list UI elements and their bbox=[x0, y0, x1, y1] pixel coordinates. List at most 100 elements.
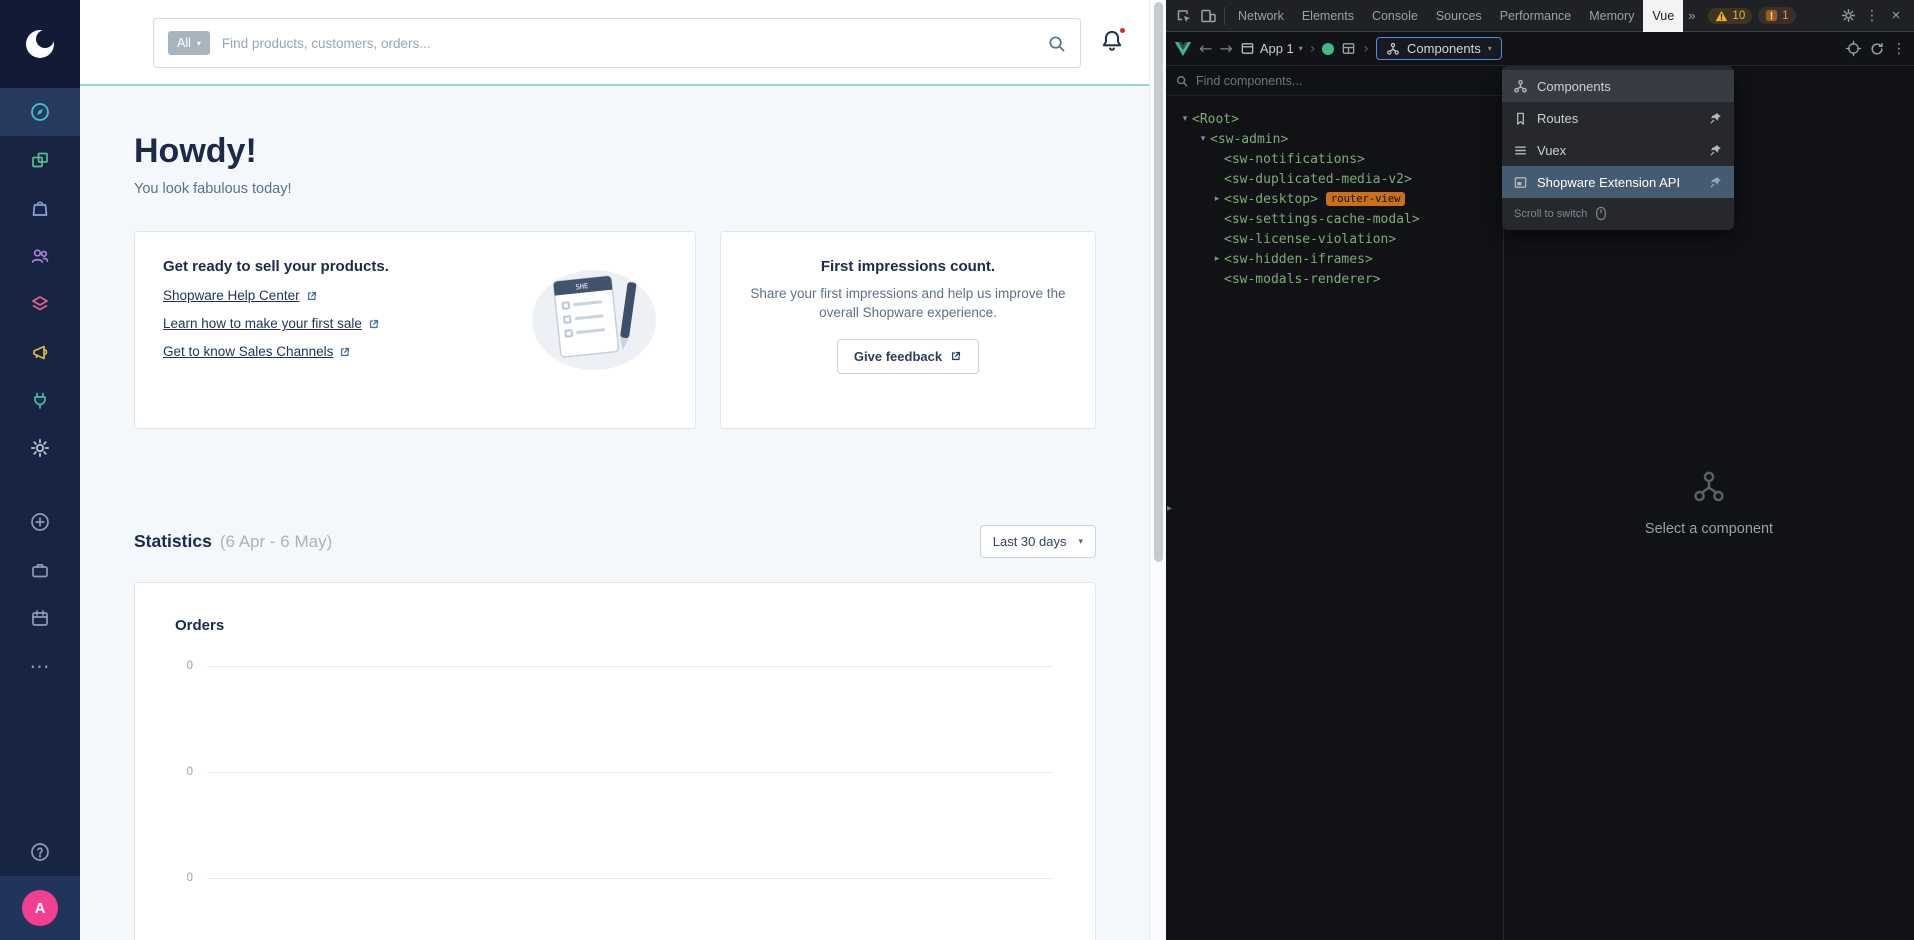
link-sales-channels[interactable]: Get to know Sales Channels bbox=[163, 345, 351, 359]
give-feedback-button[interactable]: Give feedback bbox=[837, 339, 979, 374]
chevron-down-icon: ▾ bbox=[1488, 44, 1492, 53]
search-scope-chip[interactable]: All ▾ bbox=[168, 31, 210, 55]
link-first-sale[interactable]: Learn how to make your first sale bbox=[163, 317, 380, 331]
shopware-app: ⋯ A All ▾ bbox=[0, 0, 1166, 940]
tree-row[interactable]: <sw-modals-renderer> bbox=[1166, 269, 1503, 289]
inspect-element-button[interactable] bbox=[1172, 3, 1196, 29]
sidebar-item-briefcase[interactable] bbox=[0, 546, 80, 594]
tree-row[interactable]: ▸ <sw-desktop> router-view bbox=[1166, 189, 1503, 209]
chevron-down-icon: ▾ bbox=[1078, 537, 1083, 547]
mouse-icon bbox=[1595, 206, 1607, 221]
shopware-sidebar: ⋯ A bbox=[0, 0, 80, 940]
pin-icon[interactable] bbox=[1709, 175, 1723, 189]
tree-row[interactable]: <sw-notifications> bbox=[1166, 149, 1503, 169]
locate-component-button[interactable] bbox=[1845, 40, 1862, 57]
components-search[interactable] bbox=[1166, 66, 1503, 96]
search-icon[interactable] bbox=[1047, 34, 1066, 53]
refresh-button[interactable] bbox=[1869, 41, 1885, 57]
vue-devtools-toolbar: ← → App 1 ▾ › › Components ▾ bbox=[1166, 32, 1914, 66]
menu-item-components[interactable]: Components bbox=[1502, 70, 1734, 102]
pin-icon[interactable] bbox=[1709, 143, 1723, 157]
tree-row[interactable]: <sw-settings-cache-modal> bbox=[1166, 209, 1503, 229]
give-feedback-label: Give feedback bbox=[854, 349, 942, 364]
sidebar-item-calendar[interactable] bbox=[0, 594, 80, 642]
tab-console[interactable]: Console bbox=[1363, 0, 1427, 32]
tree-row[interactable]: <sw-duplicated-media-v2> bbox=[1166, 169, 1503, 189]
layout-grid-button[interactable] bbox=[1341, 41, 1356, 56]
tree-row[interactable]: ▾ <Root> bbox=[1166, 109, 1503, 129]
history-forward-button[interactable]: → bbox=[1219, 39, 1232, 58]
orders-chart-card: Orders 0 0 0 bbox=[134, 582, 1096, 940]
chevron-down-icon: ▾ bbox=[197, 39, 201, 48]
notifications-button[interactable] bbox=[1099, 27, 1127, 57]
toolbar-separator bbox=[1224, 7, 1225, 25]
date-range-select[interactable]: Last 30 days ▾ bbox=[980, 525, 1096, 558]
sidebar-item-dashboard[interactable] bbox=[0, 88, 80, 136]
tab-memory[interactable]: Memory bbox=[1580, 0, 1643, 32]
tree-row[interactable]: <sw-license-violation> bbox=[1166, 229, 1503, 249]
components-search-input[interactable] bbox=[1196, 74, 1493, 88]
collapse-caret-icon[interactable]: ▾ bbox=[1178, 114, 1192, 124]
menu-item-label: Vuex bbox=[1537, 143, 1566, 158]
devtools-settings-button[interactable] bbox=[1836, 3, 1860, 29]
warning-badge[interactable]: 10 bbox=[1708, 8, 1752, 24]
issue-badge[interactable]: 1 bbox=[1758, 7, 1795, 24]
sidebar-item-customers[interactable] bbox=[0, 232, 80, 280]
component-tag: <sw-settings-cache-modal> bbox=[1224, 212, 1420, 227]
feedback-card-title: First impressions count. bbox=[745, 258, 1071, 275]
chart-grid-row: 0 bbox=[175, 872, 1053, 884]
history-back-button[interactable]: ← bbox=[1199, 39, 1212, 58]
catalogues-icon bbox=[29, 149, 51, 171]
link-label: Shopware Help Center bbox=[163, 289, 300, 303]
expand-caret-icon[interactable]: ▸ bbox=[1210, 194, 1224, 204]
link-label: Learn how to make your first sale bbox=[163, 317, 362, 331]
sidebar-item-settings[interactable] bbox=[0, 424, 80, 472]
sidebar-item-extensions[interactable] bbox=[0, 376, 80, 424]
help-button[interactable] bbox=[0, 828, 80, 876]
components-icon bbox=[1386, 42, 1400, 56]
sidebar-item-catalogues[interactable] bbox=[0, 136, 80, 184]
menu-item-vuex[interactable]: Vuex bbox=[1502, 134, 1734, 166]
search-input[interactable] bbox=[222, 36, 1035, 51]
shopware-logo bbox=[0, 0, 80, 88]
expand-caret-icon[interactable]: ▸ bbox=[1210, 254, 1224, 264]
vue-more-options-button[interactable]: ⋮ bbox=[1892, 41, 1906, 57]
sidebar-item-marketing[interactable] bbox=[0, 328, 80, 376]
tab-elements[interactable]: Elements bbox=[1293, 0, 1363, 32]
tree-row[interactable]: ▸ <sw-hidden-iframes> bbox=[1166, 249, 1503, 269]
y-axis-tick: 0 bbox=[175, 766, 193, 778]
page-title: Howdy! bbox=[134, 132, 1149, 171]
external-link-icon bbox=[339, 346, 351, 358]
devtools-menu-button[interactable]: ⋮ bbox=[1860, 3, 1884, 29]
tree-row[interactable]: ▾ <sw-admin> bbox=[1166, 129, 1503, 149]
menu-item-shopware-extension-api[interactable]: Shopware Extension API bbox=[1502, 166, 1734, 198]
panel-resize-handle[interactable]: ▸ bbox=[1167, 503, 1172, 514]
tab-performance[interactable]: Performance bbox=[1491, 0, 1581, 32]
tab-vue[interactable]: Vue bbox=[1643, 0, 1683, 32]
sidebar-item-add[interactable] bbox=[0, 498, 80, 546]
sidebar-item-orders[interactable] bbox=[0, 184, 80, 232]
global-search[interactable]: All ▾ bbox=[153, 18, 1081, 68]
sidebar-item-more[interactable]: ⋯ bbox=[0, 642, 80, 690]
scroll-hint-label: Scroll to switch bbox=[1514, 208, 1587, 220]
device-toolbar-button[interactable] bbox=[1196, 3, 1220, 29]
scrollbar-thumb[interactable] bbox=[1154, 2, 1163, 562]
menu-item-routes[interactable]: Routes bbox=[1502, 102, 1734, 134]
checklist-illustration: SHE bbox=[519, 256, 669, 382]
gridline bbox=[207, 878, 1053, 879]
external-link-icon bbox=[368, 318, 380, 330]
sidebar-item-content[interactable] bbox=[0, 280, 80, 328]
app-select[interactable]: App 1 ▾ bbox=[1240, 41, 1303, 56]
collapse-caret-icon[interactable]: ▾ bbox=[1196, 134, 1210, 144]
inspector-dropdown-menu: Components Routes Vuex Shopware Extensio… bbox=[1502, 66, 1734, 230]
chart-grid-row: 0 bbox=[175, 660, 1053, 672]
more-tabs-button[interactable]: » bbox=[1683, 8, 1700, 23]
plus-circle-icon bbox=[29, 511, 51, 533]
close-devtools-button[interactable]: × bbox=[1884, 3, 1908, 29]
tab-sources[interactable]: Sources bbox=[1427, 0, 1491, 32]
pin-icon[interactable] bbox=[1709, 111, 1723, 125]
link-help-center[interactable]: Shopware Help Center bbox=[163, 289, 318, 303]
inspector-select-button[interactable]: Components ▾ bbox=[1376, 37, 1502, 60]
user-avatar[interactable]: A bbox=[22, 890, 58, 926]
tab-network[interactable]: Network bbox=[1229, 0, 1293, 32]
